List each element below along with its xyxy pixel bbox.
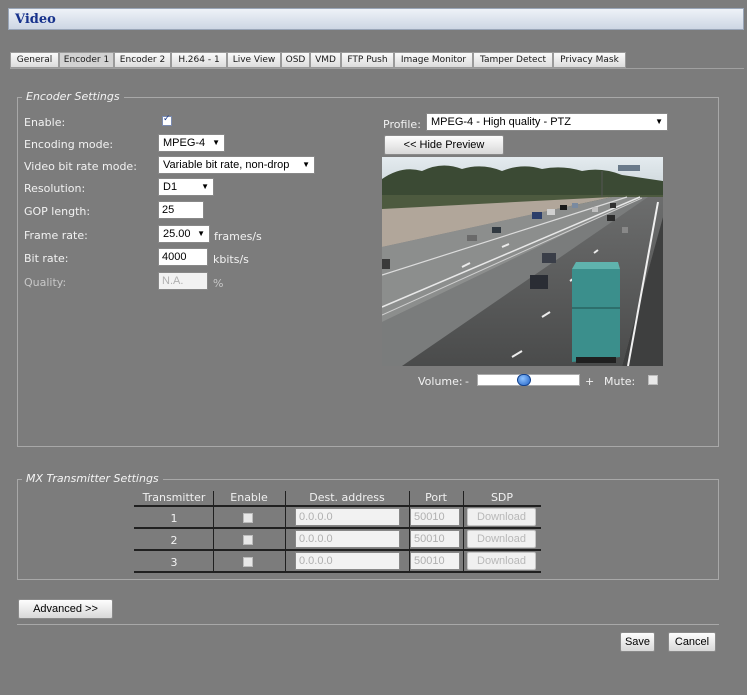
quality-input[interactable]: N.A. [158,272,208,290]
header-dest-address: Dest. address [309,491,385,504]
header-port: Port [425,491,447,504]
port-input[interactable]: 50010 [410,508,460,526]
table-row-divider [134,549,541,551]
enable-label: Enable: [24,116,66,129]
volume-slider[interactable] [477,374,580,386]
quality-label: Quality: [24,276,67,289]
gop-length-label: GOP length: [24,205,91,218]
encoding-mode-select[interactable]: MPEG-4 ▼ [158,134,225,152]
encoder-settings-legend: Encoder Settings [22,90,124,103]
tab-tamper-detect[interactable]: Tamper Detect [473,52,553,68]
chevron-down-icon: ▼ [212,138,220,147]
volume-label: Volume: [418,375,463,388]
volume-slider-knob[interactable] [517,374,531,386]
tab-image-monitor[interactable]: Image Monitor [394,52,473,68]
sdp-download-button[interactable]: Download [467,508,536,526]
bitrate-mode-label: Video bit rate mode: [24,160,137,173]
table-row-divider [134,505,541,507]
tab-h264-1[interactable]: H.264 - 1 [171,52,227,68]
mx-transmitter-legend: MX Transmitter Settings [22,472,163,485]
transmitter-enable-checkbox[interactable] [243,513,253,523]
gop-length-input[interactable]: 25 [158,201,204,219]
sdp-download-button[interactable]: Download [467,552,536,570]
table-row-divider [134,571,541,573]
header-enable: Enable [230,491,268,504]
table-col-divider [285,491,286,573]
cancel-button[interactable]: Cancel [668,632,716,652]
bitrate-mode-value: Variable bit rate, non-drop [163,159,290,171]
chevron-down-icon: ▼ [197,229,205,238]
chevron-down-icon: ▼ [302,160,310,169]
tab-live-view[interactable]: Live View [227,52,281,68]
transmitter-enable-checkbox[interactable] [243,557,253,567]
bitrate-mode-select[interactable]: Variable bit rate, non-drop ▼ [158,156,315,174]
save-button[interactable]: Save [620,632,655,652]
table-row-divider [134,527,541,529]
encoding-mode-value: MPEG-4 [163,137,206,149]
tab-osd[interactable]: OSD [281,52,310,68]
transmitter-number: 3 [170,556,178,569]
header-sdp: SDP [490,491,514,504]
tab-general[interactable]: General [10,52,59,68]
port-input[interactable]: 50010 [410,530,460,548]
tab-encoder-2[interactable]: Encoder 2 [114,52,171,68]
video-preview-image [382,157,663,366]
quality-unit: % [213,277,224,290]
chevron-down-icon: ▼ [655,117,663,126]
transmitter-number: 1 [170,512,178,525]
resolution-label: Resolution: [24,182,86,195]
enable-checkbox[interactable] [162,114,172,126]
table-col-divider [463,491,464,573]
mute-label: Mute: [604,375,636,388]
resolution-value: D1 [163,181,178,193]
frame-rate-label: Frame rate: [24,229,88,242]
video-preview [382,157,663,366]
dest-address-input[interactable]: 0.0.0.0 [295,552,400,570]
frame-rate-unit: frames/s [214,230,262,243]
advanced-button[interactable]: Advanced >> [18,599,113,619]
footer-divider [17,624,719,625]
volume-plus: + [585,375,595,388]
tab-privacy-mask[interactable]: Privacy Mask [553,52,626,68]
tab-vmd[interactable]: VMD [310,52,341,68]
frame-rate-select[interactable]: 25.00 ▼ [158,225,210,243]
dest-address-input[interactable]: 0.0.0.0 [295,530,400,548]
page-title: Video [15,12,56,27]
transmitter-enable-checkbox[interactable] [243,535,253,545]
encoding-mode-label: Encoding mode: [24,138,114,151]
dest-address-input[interactable]: 0.0.0.0 [295,508,400,526]
volume-minus: - [465,375,469,388]
bit-rate-input[interactable]: 4000 [158,248,208,266]
port-input[interactable]: 50010 [410,552,460,570]
table-col-divider [213,491,214,573]
hide-preview-button[interactable]: << Hide Preview [384,135,504,155]
resolution-select[interactable]: D1 ▼ [158,178,214,196]
header-transmitter: Transmitter [142,491,206,504]
tab-divider [10,68,744,69]
title-bar: Video [8,8,744,30]
transmitter-number: 2 [170,534,178,547]
profile-select[interactable]: MPEG-4 - High quality - PTZ ▼ [426,113,668,131]
tab-encoder-1[interactable]: Encoder 1 [59,52,114,68]
bit-rate-unit: kbits/s [213,253,249,266]
chevron-down-icon: ▼ [201,182,209,191]
mute-checkbox[interactable] [648,375,658,385]
tab-ftp-push[interactable]: FTP Push [341,52,394,68]
profile-value: MPEG-4 - High quality - PTZ [431,116,571,128]
profile-label: Profile: [383,118,421,131]
sdp-download-button[interactable]: Download [467,530,536,548]
bit-rate-label: Bit rate: [24,252,69,265]
frame-rate-value: 25.00 [163,228,191,240]
